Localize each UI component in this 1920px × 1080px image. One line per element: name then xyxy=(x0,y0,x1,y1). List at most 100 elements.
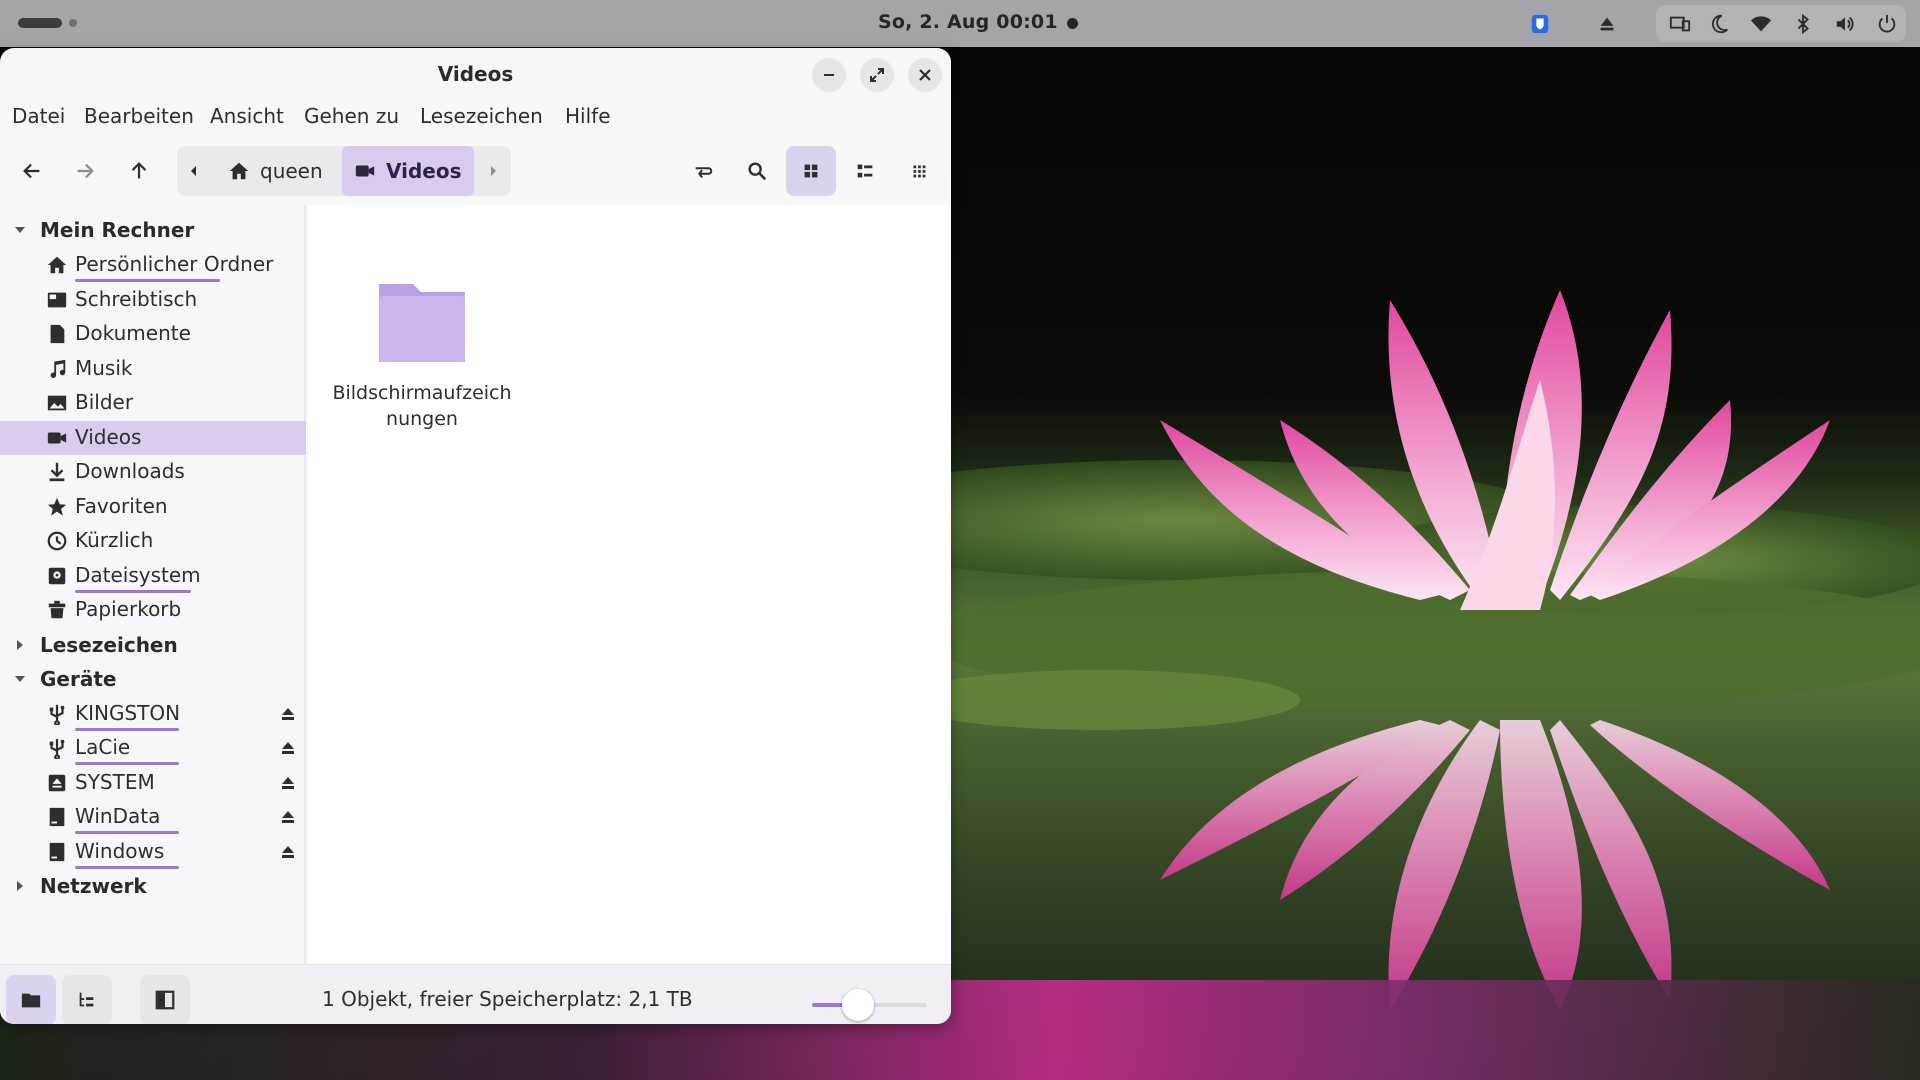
file-manager-window: Videos Datei Bearbeiten Ansicht Gehen zu… xyxy=(0,48,951,1024)
folder-name: Bildschirmaufzeichnungen xyxy=(332,382,512,430)
sidebar-item-papierkorb[interactable]: Papierkorb xyxy=(0,593,306,627)
disk-usage-bar xyxy=(75,279,220,282)
path-scroll-left[interactable] xyxy=(177,146,211,196)
disk-usage-bar xyxy=(75,831,179,834)
arrow-right-icon xyxy=(77,163,94,179)
sidebar-section-lesezeichen[interactable]: Lesezeichen xyxy=(0,628,306,662)
sidebar-item-label: Papierkorb xyxy=(75,597,182,621)
sidebar-item-label: Kürzlich xyxy=(75,528,154,552)
sidebar-item-bilder[interactable]: Bilder xyxy=(0,386,306,420)
compact-view-button[interactable] xyxy=(894,146,944,196)
sidebar-device-kingston[interactable]: KINGSTON xyxy=(0,697,306,731)
minimize-button[interactable] xyxy=(812,58,846,92)
eject-button[interactable] xyxy=(277,737,299,759)
list-view-button[interactable] xyxy=(840,146,890,196)
show-tree-button[interactable] xyxy=(62,975,112,1024)
sidebar-icon xyxy=(155,990,175,1010)
back-button[interactable] xyxy=(7,146,57,196)
breadcrumb-current[interactable]: Videos xyxy=(342,146,474,196)
arrow-up-icon xyxy=(131,162,147,179)
bitwarden-icon[interactable] xyxy=(1525,9,1555,39)
zoom-slider-handle[interactable] xyxy=(842,989,874,1021)
chevron-down-icon xyxy=(15,227,25,233)
sidebar-item-label: Dateisystem xyxy=(75,563,201,587)
sidebar-device-lacie[interactable]: LaCie xyxy=(0,731,306,765)
image-icon xyxy=(47,395,67,411)
maximize-icon xyxy=(870,68,884,82)
document-icon xyxy=(50,324,65,344)
sidebar-section-label: Netzwerk xyxy=(40,874,147,898)
search-button[interactable] xyxy=(732,146,782,196)
workspace-indicator[interactable] xyxy=(18,18,62,28)
home-icon xyxy=(47,256,67,274)
breadcrumb-home[interactable]: queen xyxy=(216,146,335,196)
folder-icon xyxy=(21,993,41,1008)
close-icon xyxy=(919,69,931,81)
menu-datei[interactable]: Datei xyxy=(12,104,65,128)
sidebar-section-mein-rechner[interactable]: Mein Rechner xyxy=(0,213,306,247)
sidebar-item-downloads[interactable]: Downloads xyxy=(0,455,306,489)
workspace-dot[interactable] xyxy=(69,19,77,27)
sidebar-item-kuerzlich[interactable]: Kürzlich xyxy=(0,524,306,558)
tree-view-icon xyxy=(79,992,94,1007)
sidebar-device-windata[interactable]: WinData xyxy=(0,800,306,834)
menu-ansicht[interactable]: Ansicht xyxy=(210,104,284,128)
video-icon xyxy=(47,432,67,444)
eject-icon xyxy=(282,811,294,823)
sidebar-item-persoenlicher-ordner[interactable]: Persönlicher Ordner xyxy=(0,248,306,282)
maximize-button[interactable] xyxy=(860,58,894,92)
toggle-sidebar-button[interactable] xyxy=(140,975,190,1024)
close-button[interactable] xyxy=(908,58,942,92)
chevron-right-icon xyxy=(491,166,496,176)
eject-button[interactable] xyxy=(277,703,299,725)
menu-lesezeichen[interactable]: Lesezeichen xyxy=(420,104,543,128)
sidebar-device-system[interactable]: SYSTEM xyxy=(0,766,306,800)
sidebar-item-dokumente[interactable]: Dokumente xyxy=(0,317,306,351)
desktop-icon xyxy=(47,292,67,308)
sidebar-item-videos[interactable]: Videos xyxy=(0,421,306,455)
bluetooth-icon xyxy=(1788,9,1818,39)
grid-view-icon xyxy=(804,164,818,178)
sidebar-item-label: SYSTEM xyxy=(75,770,155,794)
forward-button[interactable] xyxy=(60,146,110,196)
list-view-icon xyxy=(857,164,873,178)
sidebar-device-windows[interactable]: Windows xyxy=(0,835,306,869)
eject-button[interactable] xyxy=(277,841,299,863)
clock[interactable]: So, 2. Aug 00:01 xyxy=(878,11,1058,33)
window-title: Videos xyxy=(437,62,514,86)
download-icon xyxy=(49,462,65,482)
eject-icon[interactable] xyxy=(1592,9,1622,39)
icon-view-button[interactable] xyxy=(786,146,836,196)
breadcrumb-home-label: queen xyxy=(260,159,323,183)
sidebar-item-label: Downloads xyxy=(75,459,185,483)
sidebar-item-label: Musik xyxy=(75,356,133,380)
title-bar[interactable]: Videos xyxy=(0,48,951,100)
up-button[interactable] xyxy=(114,146,164,196)
video-icon xyxy=(355,165,375,177)
chevron-right-icon xyxy=(17,881,23,891)
menu-bearbeiten[interactable]: Bearbeiten xyxy=(84,104,194,128)
sidebar-item-musik[interactable]: Musik xyxy=(0,352,306,386)
power-icon xyxy=(1872,9,1902,39)
show-places-button[interactable] xyxy=(6,975,56,1024)
eject-button[interactable] xyxy=(277,772,299,794)
clock-icon xyxy=(47,531,67,551)
sidebar-item-favoriten[interactable]: Favoriten xyxy=(0,490,306,524)
sidebar-section-netzwerk[interactable]: Netzwerk xyxy=(0,869,306,903)
sidebar-item-label: LaCie xyxy=(75,735,131,759)
folder-item[interactable]: Bildschirmaufzeichnungen xyxy=(332,280,512,432)
chevron-left-icon xyxy=(191,166,196,176)
path-scroll-right[interactable] xyxy=(476,146,510,196)
sidebar-section-geraete[interactable]: Geräte xyxy=(0,662,306,696)
eject-button[interactable] xyxy=(277,806,299,828)
sidebar-item-label: Persönlicher Ordner xyxy=(75,252,274,276)
menu-hilfe[interactable]: Hilfe xyxy=(565,104,611,128)
zoom-slider[interactable] xyxy=(812,989,927,1021)
menu-gehen-zu[interactable]: Gehen zu xyxy=(304,104,399,128)
arrow-left-icon xyxy=(23,163,40,179)
night-light-icon xyxy=(1704,9,1734,39)
sidebar-item-dateisystem[interactable]: Dateisystem xyxy=(0,559,306,593)
sidebar-item-label: Dokumente xyxy=(75,321,191,345)
sidebar-item-schreibtisch[interactable]: Schreibtisch xyxy=(0,283,306,317)
toggle-location-button[interactable] xyxy=(678,146,728,196)
